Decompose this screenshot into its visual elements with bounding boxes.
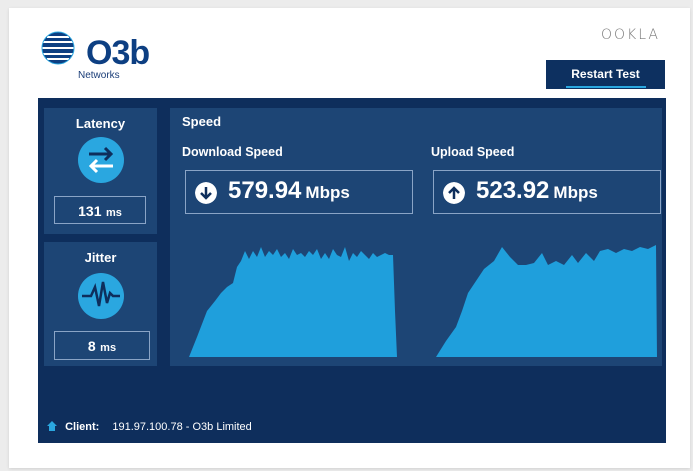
client-value: 191.97.100.78 - O3b Limited — [112, 421, 252, 433]
up-arrow-icon — [443, 182, 465, 204]
speed-box: Speed Download Speed Upload Speed 579.94… — [170, 108, 662, 366]
logo-subtitle: Networks — [78, 70, 120, 81]
client-info: Client: 191.97.100.78 - O3b Limited — [46, 420, 252, 433]
download-unit: Mbps — [305, 183, 350, 202]
latency-unit: ms — [105, 207, 122, 219]
download-label: Download Speed — [182, 145, 283, 159]
upload-value: 523.92 — [476, 177, 550, 204]
latency-value: 131 — [78, 203, 102, 219]
latency-title: Latency — [75, 116, 126, 131]
jitter-title: Jitter — [84, 250, 117, 265]
upload-value-box: 523.92 Mbps — [433, 170, 661, 214]
latency-value-box: 131 ms — [54, 196, 146, 224]
download-value-box: 579.94 Mbps — [185, 170, 413, 214]
o3b-logo: O3b Networks — [40, 30, 150, 82]
latency-box: Latency 131 ms — [44, 108, 157, 234]
restart-underline — [566, 86, 646, 88]
bidirectional-arrows-icon — [78, 137, 124, 183]
heartbeat-wave-icon — [78, 273, 124, 319]
download-value-text: 579.94 Mbps — [228, 177, 350, 205]
upload-label: Upload Speed — [431, 145, 515, 159]
restart-test-button[interactable]: Restart Test — [546, 60, 665, 89]
download-graph — [189, 247, 397, 357]
jitter-value-box: 8 ms — [54, 331, 150, 360]
jitter-unit: ms — [100, 342, 117, 354]
jitter-value: 8 — [87, 338, 96, 354]
jitter-box: Jitter 8 ms — [44, 242, 157, 366]
globe-logo-icon — [41, 31, 75, 65]
ookla-logo: OOKLA — [601, 27, 660, 43]
logo-wordmark: O3b — [86, 34, 150, 72]
download-value: 579.94 — [228, 177, 302, 204]
upload-unit: Mbps — [553, 183, 598, 202]
down-arrow-icon — [195, 182, 217, 204]
upload-graph — [436, 245, 657, 357]
home-icon — [47, 421, 57, 431]
speed-title: Speed — [182, 114, 222, 129]
upload-value-text: 523.92 Mbps — [476, 177, 598, 205]
client-label: Client: — [65, 421, 100, 433]
